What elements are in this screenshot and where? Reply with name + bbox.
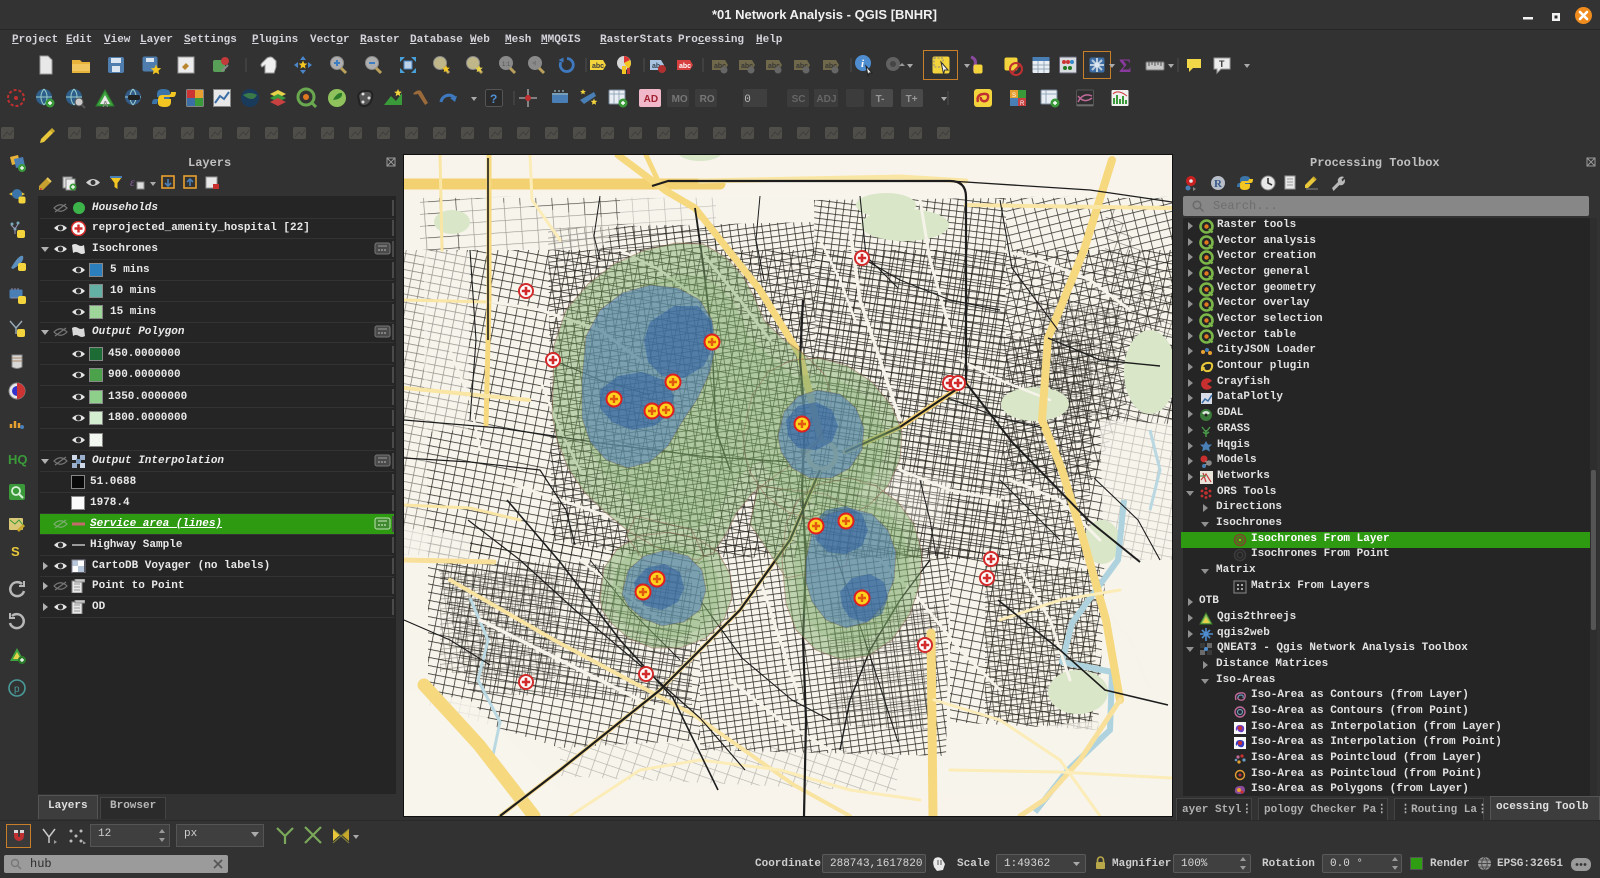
svg-text:MO: MO — [672, 94, 688, 105]
svg-text:SC: SC — [792, 94, 806, 105]
svg-text:RO: RO — [700, 94, 715, 105]
svg-text:1:1: 1:1 — [502, 62, 511, 68]
svg-text:T+: T+ — [906, 94, 918, 105]
svg-text:T: T — [1219, 59, 1225, 69]
svg-text:R: R — [1020, 101, 1025, 107]
svg-text:ADJ: ADJ — [816, 94, 836, 105]
svg-text:T-: T- — [876, 94, 885, 105]
svg-text:p: p — [14, 684, 20, 695]
svg-text:HQ: HQ — [8, 452, 27, 467]
svg-text:?: ? — [490, 92, 497, 106]
svg-text:abc: abc — [592, 63, 604, 70]
svg-text:0.0: 0.0 — [743, 94, 751, 106]
svg-text:AD: AD — [644, 94, 658, 105]
svg-text:S: S — [1012, 93, 1016, 99]
svg-text:ε: ε — [130, 175, 135, 189]
svg-text:S: S — [11, 544, 20, 559]
svg-text:abc: abc — [679, 63, 691, 70]
svg-text:Σ: Σ — [1119, 56, 1131, 77]
svg-text:A: A — [103, 100, 109, 109]
svg-text:R: R — [1214, 178, 1223, 190]
